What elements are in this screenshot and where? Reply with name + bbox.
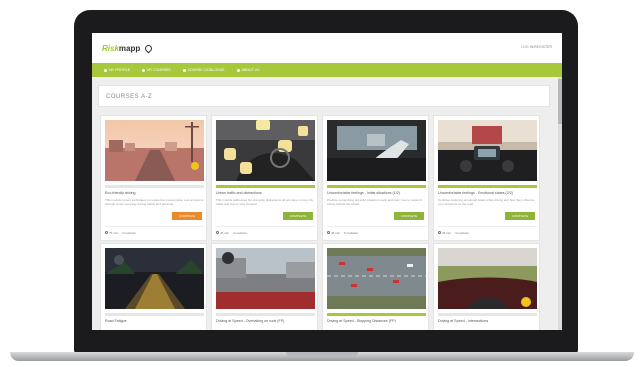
course-title: Driving at Speed - Stopping Distances (F… xyxy=(327,319,396,323)
course-card[interactable]: Driving at Speed - Stopping Distances (F… xyxy=(322,243,429,330)
course-progress xyxy=(105,185,204,188)
complete-button[interactable]: COMPLETE xyxy=(283,212,313,220)
course-thumbnail xyxy=(438,248,537,309)
module-count: 5 modules xyxy=(344,231,358,235)
course-progress xyxy=(438,185,537,188)
course-progress xyxy=(327,313,426,316)
course-card[interactable]: Driving at Speed - Intersections xyxy=(433,243,540,330)
page-title: COURSES A-Z xyxy=(106,94,153,100)
module-count: 4 modules xyxy=(455,231,469,235)
course-thumbnail xyxy=(105,248,204,309)
course-title: Driving at Speed - Intersections xyxy=(438,319,489,323)
course-progress xyxy=(438,313,537,316)
complete-button[interactable]: COMPLETE xyxy=(505,212,535,220)
course-title: Urban traffic and distractions xyxy=(216,191,262,195)
course-meta: 45 min 4 modules xyxy=(216,226,315,235)
clock-icon xyxy=(216,231,219,234)
course-progress xyxy=(216,185,315,188)
course-title: Uncomfortable feelings - Emotional state… xyxy=(438,191,513,195)
course-card[interactable]: Uncomfortable feelings - Initial situati… xyxy=(322,115,429,241)
continue-button[interactable]: CONTINUE xyxy=(172,212,202,220)
logo[interactable]: Risk mapp xyxy=(102,43,154,53)
laptop-mockup: Risk mapp LOG IN/REGISTER MY PROFILE MY C… xyxy=(0,0,644,367)
course-description: Continue exploring emotional states whil… xyxy=(438,198,535,206)
profile-icon xyxy=(104,68,107,72)
course-progress xyxy=(105,313,204,316)
course-thumbnail xyxy=(216,248,315,309)
module-count: 4 modules xyxy=(233,231,247,235)
course-thumbnail xyxy=(327,120,426,181)
course-thumbnail xyxy=(438,120,537,181)
course-progress xyxy=(216,313,315,316)
course-meta: 45 min 4 modules xyxy=(438,226,537,235)
course-card[interactable]: Road Fatigue xyxy=(100,243,207,330)
app-screen: Risk mapp LOG IN/REGISTER MY PROFILE MY C… xyxy=(92,33,562,330)
nav-about-us[interactable]: ABOUT US xyxy=(236,68,259,72)
top-bar: Risk mapp LOG IN/REGISTER xyxy=(92,33,562,63)
course-card[interactable]: Eco-friendly driving This module covers … xyxy=(100,115,207,241)
course-card[interactable]: Urban traffic and distractions This modu… xyxy=(211,115,318,241)
clock-icon xyxy=(105,231,108,234)
info-icon xyxy=(236,68,240,72)
section-header: COURSES A-Z xyxy=(98,85,550,107)
course-card[interactable]: Driving at Speed - Overtaking on rural (… xyxy=(211,243,318,330)
course-title: Eco-friendly driving xyxy=(105,191,136,195)
course-thumbnail xyxy=(327,248,426,309)
map-pin-icon xyxy=(143,43,154,53)
clock-icon xyxy=(438,231,441,234)
course-title: Uncomfortable feelings - Initial situati… xyxy=(327,191,400,195)
clock-icon xyxy=(327,231,330,234)
course-progress xyxy=(327,185,426,188)
main-nav: MY PROFILE MY COURSES COURSE CATALOGUE A… xyxy=(92,63,562,77)
nav-my-profile[interactable]: MY PROFILE xyxy=(104,68,130,72)
nav-my-courses[interactable]: MY COURSES xyxy=(142,68,171,72)
course-description: Practice recognizing stressful situation… xyxy=(327,198,422,206)
course-meta: 75 min 4 modules xyxy=(105,226,204,235)
module-count: 4 modules xyxy=(122,231,136,235)
scrollbar-thumb[interactable] xyxy=(558,79,562,124)
courses-icon xyxy=(142,68,146,72)
course-description: This module addresses the everyday distr… xyxy=(216,198,314,206)
course-title: Driving at Speed - Overtaking on rural (… xyxy=(216,319,285,323)
catalogue-icon xyxy=(182,68,186,72)
course-card[interactable]: Uncomfortable feelings - Emotional state… xyxy=(433,115,540,241)
login-link[interactable]: LOG IN/REGISTER xyxy=(521,45,552,49)
nav-course-catalogue[interactable]: COURSE CATALOGUE xyxy=(182,68,225,72)
course-thumbnail xyxy=(105,120,204,181)
course-description: This module covers techniques to reduce … xyxy=(105,198,204,206)
course-thumbnail xyxy=(216,120,315,181)
complete-button[interactable]: COMPLETE xyxy=(394,212,424,220)
course-title: Road Fatigue xyxy=(105,319,127,323)
course-meta: 45 min 5 modules xyxy=(327,226,426,235)
